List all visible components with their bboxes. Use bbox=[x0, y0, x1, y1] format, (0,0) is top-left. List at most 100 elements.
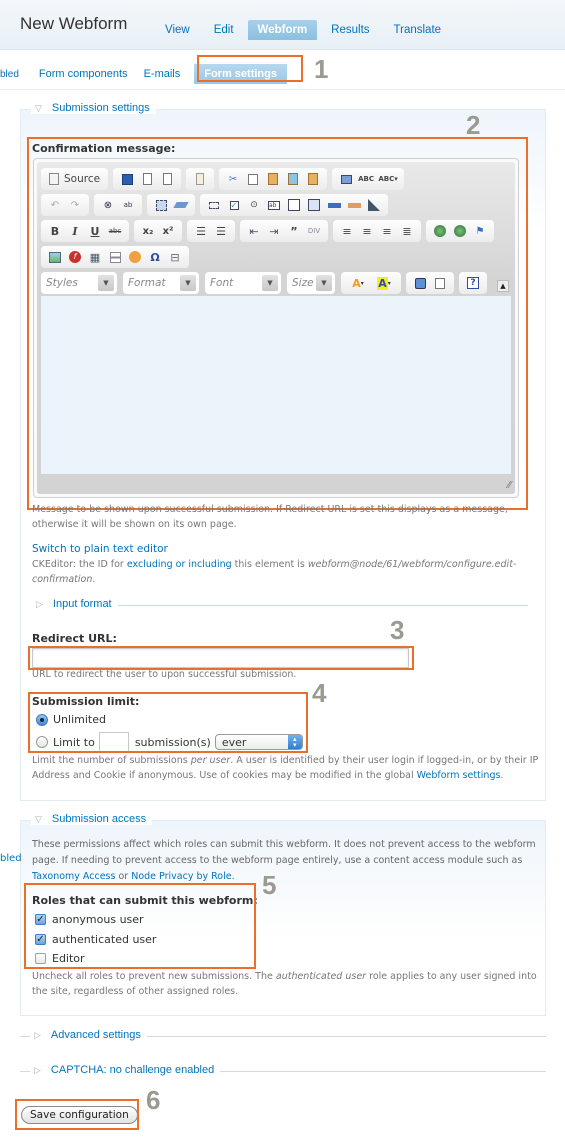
copy-icon[interactable] bbox=[245, 171, 261, 187]
print-icon[interactable] bbox=[338, 171, 354, 187]
taxonomy-access-link[interactable]: Taxonomy Access bbox=[32, 871, 115, 882]
paste-text-icon[interactable] bbox=[285, 171, 301, 187]
show-blocks-icon[interactable] bbox=[432, 275, 448, 291]
subtab-form-settings[interactable]: Form settings bbox=[194, 64, 287, 84]
numbered-list-icon[interactable]: ☰ bbox=[193, 223, 209, 239]
textarea-icon[interactable] bbox=[286, 197, 302, 213]
resize-handle-icon[interactable]: ⁄⁄ bbox=[508, 480, 511, 491]
help-icon[interactable]: ? bbox=[465, 275, 481, 291]
paste-word-icon[interactable] bbox=[305, 171, 321, 187]
spellcheck-as-you-type-icon[interactable]: ABC▾ bbox=[378, 171, 398, 187]
table-icon[interactable]: ▦ bbox=[87, 249, 103, 265]
tab-edit[interactable]: Edit bbox=[204, 20, 244, 40]
font-dropdown[interactable]: Font ▼ bbox=[205, 272, 281, 294]
submission-settings-legend[interactable]: ▽ Submission settings bbox=[31, 102, 156, 114]
tab-view[interactable]: View bbox=[155, 20, 200, 40]
submission-access-legend[interactable]: ▽ Submission access bbox=[31, 813, 153, 825]
spellcheck-icon[interactable]: ABC bbox=[358, 171, 374, 187]
input-format-legend[interactable]: ▷ Input format bbox=[32, 598, 118, 610]
div-container-icon[interactable]: DIV bbox=[306, 223, 322, 239]
subscript-icon[interactable]: x₂ bbox=[140, 223, 156, 239]
limit-period-select[interactable]: ever ▴ ▾ bbox=[214, 734, 303, 750]
excluding-including-link[interactable]: excluding or including bbox=[127, 559, 232, 570]
redo-icon[interactable]: ↷ bbox=[67, 197, 83, 213]
indent-icon[interactable]: ⇥ bbox=[266, 223, 282, 239]
image-button-icon[interactable] bbox=[346, 197, 362, 213]
styles-dropdown[interactable]: Styles ▼ bbox=[41, 272, 117, 294]
justify-icon[interactable]: ≣ bbox=[399, 223, 415, 239]
bulleted-list-icon[interactable]: ☰ bbox=[213, 223, 229, 239]
authenticated-user-checkbox[interactable]: ✓ bbox=[35, 934, 46, 945]
flash-icon[interactable]: f bbox=[67, 249, 83, 265]
node-privacy-by-role-link[interactable]: Node Privacy by Role bbox=[131, 871, 231, 882]
find-icon[interactable]: ⊗ bbox=[100, 197, 116, 213]
radio-icon[interactable]: ⊙ bbox=[246, 197, 262, 213]
text-field-icon[interactable]: ab bbox=[266, 197, 282, 213]
select-field-icon[interactable] bbox=[306, 197, 322, 213]
collapse-toolbar-button[interactable]: ▲ bbox=[497, 280, 509, 292]
unlimited-radio[interactable] bbox=[36, 713, 48, 726]
strikethrough-icon[interactable]: abc bbox=[107, 223, 123, 239]
confirmation-message-editor[interactable] bbox=[41, 296, 511, 474]
limit-count-input[interactable] bbox=[98, 732, 129, 752]
preview-icon[interactable] bbox=[159, 171, 175, 187]
templates-icon[interactable] bbox=[192, 171, 208, 187]
paste-icon[interactable] bbox=[265, 171, 281, 187]
role-authenticated[interactable]: ✓ authenticated user bbox=[35, 933, 156, 946]
smiley-icon[interactable] bbox=[127, 249, 143, 265]
blockquote-icon[interactable]: ” bbox=[286, 223, 302, 239]
subtab-form-components[interactable]: Form components bbox=[31, 64, 136, 84]
special-char-omega-icon[interactable]: Ω bbox=[147, 249, 163, 265]
source-button[interactable]: Source bbox=[47, 171, 102, 187]
remove-format-icon[interactable] bbox=[173, 197, 189, 213]
cut-icon[interactable]: ✂ bbox=[225, 171, 241, 187]
checkbox-icon[interactable]: ✓ bbox=[226, 197, 242, 213]
superscript-icon[interactable]: x² bbox=[160, 223, 176, 239]
underline-icon[interactable]: U bbox=[87, 223, 103, 239]
align-left-icon[interactable]: ≡ bbox=[339, 223, 355, 239]
undo-icon[interactable]: ↶ bbox=[47, 197, 63, 213]
anchor-flag-icon[interactable]: ⚑ bbox=[472, 223, 488, 239]
button-icon[interactable] bbox=[326, 197, 342, 213]
align-center-icon[interactable]: ≡ bbox=[359, 223, 375, 239]
unlink-icon[interactable] bbox=[452, 223, 468, 239]
redirect-url-description: URL to redirect the user to upon success… bbox=[32, 669, 297, 680]
limit-option-unlimited[interactable]: Unlimited bbox=[36, 713, 106, 726]
bold-icon[interactable]: B bbox=[47, 223, 63, 239]
image-icon[interactable] bbox=[47, 249, 63, 265]
tab-webform[interactable]: Webform bbox=[247, 20, 318, 40]
horizontal-rule-icon[interactable] bbox=[107, 249, 123, 265]
advanced-settings-legend[interactable]: ▷ Advanced settings bbox=[30, 1029, 147, 1041]
captcha-legend[interactable]: ▷ CAPTCHA: no challenge enabled bbox=[30, 1064, 221, 1076]
italic-icon[interactable]: I bbox=[67, 223, 83, 239]
background-color-icon[interactable]: A ▾ bbox=[373, 275, 395, 291]
save-configuration-button[interactable]: Save configuration bbox=[21, 1106, 138, 1124]
align-right-icon[interactable]: ≡ bbox=[379, 223, 395, 239]
switch-plain-text-link[interactable]: Switch to plain text editor bbox=[32, 543, 168, 555]
form-icon[interactable] bbox=[206, 197, 222, 213]
hidden-field-icon[interactable] bbox=[366, 197, 382, 213]
text-color-icon[interactable]: A ▾ bbox=[347, 275, 369, 291]
anonymous-user-checkbox[interactable]: ✓ bbox=[35, 914, 46, 925]
limit-desc-end: . bbox=[500, 770, 504, 781]
outdent-icon[interactable]: ⇤ bbox=[246, 223, 262, 239]
webform-settings-link[interactable]: Webform settings bbox=[417, 770, 501, 781]
subtab-emails[interactable]: E-mails bbox=[136, 64, 189, 84]
format-dropdown[interactable]: Format ▼ bbox=[123, 272, 199, 294]
limit-to-radio[interactable] bbox=[36, 736, 48, 748]
maximize-icon[interactable] bbox=[412, 275, 428, 291]
role-anonymous[interactable]: ✓ anonymous user bbox=[35, 913, 144, 926]
tab-translate[interactable]: Translate bbox=[384, 20, 452, 40]
new-page-icon[interactable] bbox=[139, 171, 155, 187]
tab-results[interactable]: Results bbox=[321, 20, 379, 40]
role-editor[interactable]: Editor bbox=[35, 952, 85, 965]
link-icon[interactable] bbox=[432, 223, 448, 239]
replace-icon[interactable]: ab bbox=[120, 197, 136, 213]
save-icon[interactable] bbox=[119, 171, 135, 187]
page-break-icon[interactable]: ⊟ bbox=[167, 249, 183, 265]
select-all-icon[interactable] bbox=[153, 197, 169, 213]
editor-checkbox[interactable] bbox=[35, 953, 46, 964]
limit-option-limited[interactable]: Limit to submission(s) ever ▴ ▾ bbox=[36, 732, 303, 752]
size-dropdown[interactable]: Size ▼ bbox=[287, 272, 335, 294]
redirect-url-input[interactable] bbox=[32, 648, 409, 668]
